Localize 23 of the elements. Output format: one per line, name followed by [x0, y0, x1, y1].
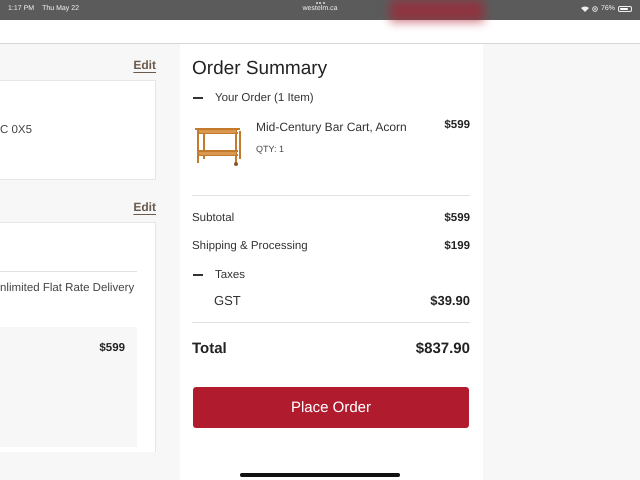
- tax-value: $39.90: [430, 293, 470, 308]
- your-order-toggle[interactable]: Your Order (1 Item): [215, 92, 314, 104]
- item-price: $599: [99, 342, 125, 354]
- summary-value: $599: [444, 212, 470, 224]
- wifi-icon: [580, 6, 589, 12]
- battery-icon: [618, 6, 632, 12]
- delivery-method-text: nlimited Flat Rate Delivery: [0, 282, 136, 294]
- summary-title: Order Summary: [192, 58, 328, 80]
- total-value: $837.90: [416, 340, 470, 357]
- rotation-lock-icon: [592, 6, 598, 12]
- summary-label: Subtotal: [192, 212, 234, 224]
- product-name[interactable]: Mid-Century Bar Cart, Acorn: [256, 120, 434, 134]
- total-label: Total: [192, 340, 227, 357]
- product-quantity: QTY: 1: [256, 144, 286, 154]
- taxes-toggle[interactable]: Taxes: [215, 269, 246, 281]
- address-text: C 0X5: [0, 124, 33, 136]
- edit-link[interactable]: Edit: [133, 200, 156, 214]
- summary-label: Shipping & Processing: [192, 240, 308, 252]
- place-order-button[interactable]: Place Order: [193, 387, 469, 428]
- tax-label: GST: [214, 293, 241, 308]
- summary-value: $199: [444, 240, 470, 252]
- edit-link[interactable]: Edit: [133, 58, 156, 72]
- product-price: $599: [444, 119, 470, 133]
